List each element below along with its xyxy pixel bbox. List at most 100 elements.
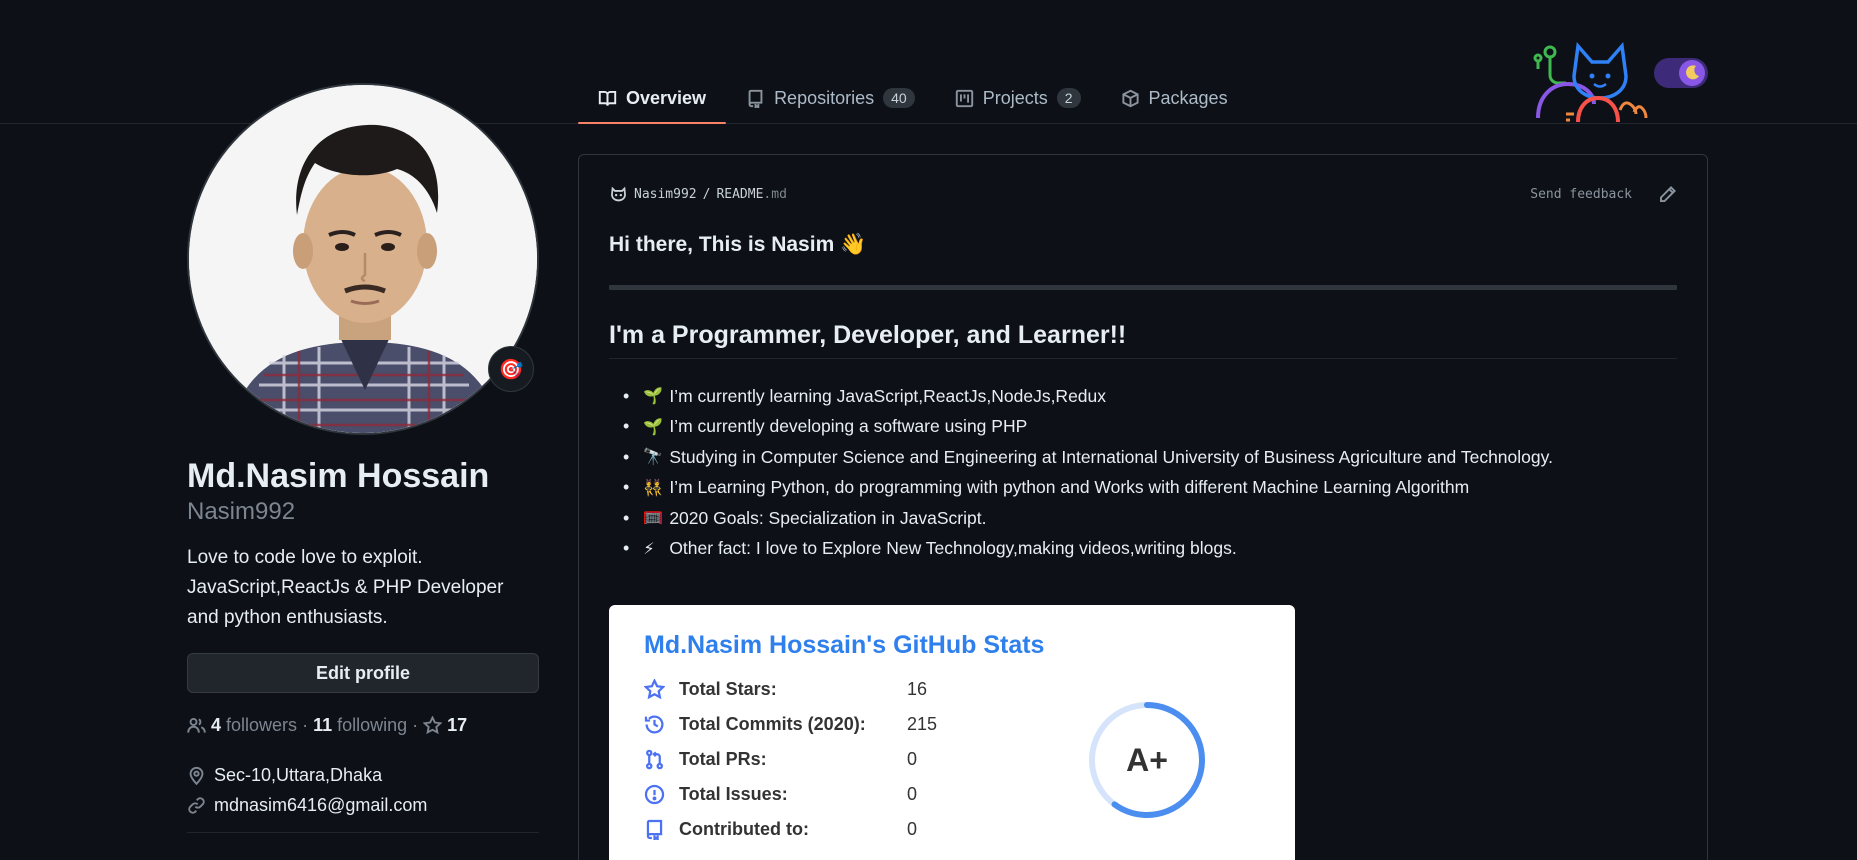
tab-packages[interactable]: Packages xyxy=(1101,72,1248,124)
stat-label: Total Commits (2020): xyxy=(679,714,866,734)
followers-label: followers xyxy=(226,715,298,735)
people-icon xyxy=(187,718,206,733)
list-item: 👯 I’m Learning Python, do programming wit… xyxy=(609,473,1677,504)
repositories-count-badge: 40 xyxy=(883,88,915,108)
stat-row-prs: Total PRs: 0 xyxy=(644,749,917,770)
history-icon xyxy=(644,715,664,734)
pencil-icon[interactable] xyxy=(1658,185,1677,204)
following-count: 11 xyxy=(313,715,333,735)
stat-label: Total Issues: xyxy=(679,784,788,804)
list-item-text: Other fact: I love to Explore New Techno… xyxy=(669,538,1237,559)
seedling-icon: 🌱 xyxy=(643,388,664,406)
list-item-text: 2020 Goals: Specialization in JavaScript… xyxy=(669,507,987,528)
stat-label: Total PRs: xyxy=(679,749,767,769)
followers-count: 4 xyxy=(211,715,222,735)
profile-tabs: Overview Repositories 40 Projects 2 Pack… xyxy=(578,72,1248,124)
tab-overview[interactable]: Overview xyxy=(578,72,727,124)
location-icon xyxy=(189,766,204,785)
issue-icon xyxy=(644,784,665,805)
tab-projects[interactable]: Projects 2 xyxy=(935,72,1101,124)
list-item-text: I’m currently learning JavaScript,ReactJ… xyxy=(669,385,1107,406)
path-separator: / xyxy=(702,187,711,202)
stat-value: 0 xyxy=(907,819,918,839)
readme-file-link[interactable]: README.md xyxy=(716,187,786,202)
list-item: ⚡ Other fact: I love to Explore New Techn… xyxy=(609,534,1677,565)
profile-details: Sec-10,Uttara,Dhaka mdnasim6416@gmail.co… xyxy=(187,760,539,820)
list-item-text: I’m Learning Python, do programming with… xyxy=(669,477,1470,498)
separator: · xyxy=(412,715,419,735)
stat-row-commits: Total Commits (2020): 215 xyxy=(644,714,937,735)
projects-count-badge: 2 xyxy=(1056,88,1081,108)
profile-readme: Nasim992 / README.md Send feedback Hi th… xyxy=(578,154,1708,860)
tab-repositories[interactable]: Repositories 40 xyxy=(726,72,935,124)
stat-value: 0 xyxy=(907,784,918,804)
location-row: Sec-10,Uttara,Dhaka xyxy=(187,760,539,790)
horizontal-rule xyxy=(609,285,1677,290)
readme-heading: I'm a Programmer, Developer, and Learner… xyxy=(609,321,1677,359)
list-item-text: Studying in Computer Science and Enginee… xyxy=(669,446,1553,467)
tab-label: Repositories xyxy=(774,87,875,108)
status-emoji-button[interactable]: 🎯 xyxy=(488,346,534,392)
stat-row-contributed: Contributed to: 0 xyxy=(644,819,917,840)
dancers-icon: 👯 xyxy=(643,479,664,497)
star-icon xyxy=(644,679,665,700)
stat-value: 0 xyxy=(907,749,918,769)
readme-greeting: Hi there, This is Nasim 👋 xyxy=(609,233,867,256)
send-feedback-link[interactable]: Send feedback xyxy=(1530,187,1632,202)
pull-request-icon xyxy=(646,749,663,770)
stats-title: Md.Nasim Hossain's GitHub Stats xyxy=(644,631,1045,659)
tab-label: Packages xyxy=(1148,87,1228,108)
following-link[interactable]: 11 following xyxy=(313,715,407,736)
stat-value: 16 xyxy=(907,679,928,699)
lightning-icon: ⚡ xyxy=(643,540,655,558)
avatar-wrap: 🎯 xyxy=(187,83,539,435)
email-link[interactable]: mdnasim6416@gmail.com xyxy=(214,795,427,816)
repo-icon xyxy=(646,819,663,840)
stat-row-stars: Total Stars: 16 xyxy=(644,679,927,700)
tab-label: Overview xyxy=(626,87,707,108)
profile-sidebar: 🎯 Md.Nasim Hossain Nasim992 Love to code… xyxy=(187,83,539,833)
list-item-text: I’m currently developing a software usin… xyxy=(669,416,1028,437)
book-icon xyxy=(598,90,617,106)
dart-icon: 🎯 xyxy=(498,358,524,381)
link-icon xyxy=(188,796,205,814)
tab-label: Projects xyxy=(982,87,1048,108)
separator: · xyxy=(302,715,309,735)
repo-icon xyxy=(748,89,763,108)
list-item: 🌱 I’m currently developing a software usi… xyxy=(609,412,1677,443)
goal-net-icon: 🥅 xyxy=(643,510,664,528)
profile-username: Nasim992 xyxy=(187,498,296,525)
profile-full-name: Md.Nasim Hossain xyxy=(187,457,490,495)
location-text: Sec-10,Uttara,Dhaka xyxy=(214,764,383,785)
readme-actions: Send feedback xyxy=(1530,185,1677,204)
profile-bio: Love to code love to exploit. JavaScript… xyxy=(187,547,504,628)
stat-value: 215 xyxy=(907,714,938,734)
email-row: mdnasim6416@gmail.com xyxy=(187,790,539,820)
readme-header: Nasim992 / README.md xyxy=(609,185,787,204)
followers-link[interactable]: 4 followers xyxy=(211,715,297,736)
stat-label: Total Stars: xyxy=(679,679,777,699)
seedling-icon: 🌱 xyxy=(643,418,664,436)
project-icon xyxy=(955,89,973,107)
edit-profile-button[interactable]: Edit profile xyxy=(187,653,539,693)
list-item: 🔭 Studying in Computer Science and Engine… xyxy=(609,442,1677,473)
follow-stats: 4 followers · 11 following · 17 xyxy=(187,715,539,736)
telescope-icon: 🔭 xyxy=(643,449,664,467)
package-icon xyxy=(1121,89,1139,107)
sidebar-divider xyxy=(187,832,539,833)
octocat-icon xyxy=(611,186,626,202)
avatar-photo xyxy=(189,85,537,433)
stars-link[interactable]: 17 xyxy=(423,715,467,736)
readme-file-ext: .md xyxy=(763,187,787,202)
stat-label: Contributed to: xyxy=(679,819,809,839)
github-stats-card[interactable]: Md.Nasim Hossain's GitHub Stats Total St… xyxy=(609,605,1295,860)
grade-label: A+ xyxy=(1126,741,1168,778)
avatar[interactable] xyxy=(187,83,539,435)
stars-count: 17 xyxy=(447,715,468,735)
list-item: 🥅 2020 Goals: Specialization in JavaScrip… xyxy=(609,503,1677,534)
octocat-illustration xyxy=(1533,41,1708,122)
star-icon xyxy=(423,716,443,735)
readme-file-name: README xyxy=(716,187,764,202)
stat-row-issues: Total Issues: 0 xyxy=(644,784,917,805)
readme-owner-link[interactable]: Nasim992 xyxy=(634,187,697,202)
